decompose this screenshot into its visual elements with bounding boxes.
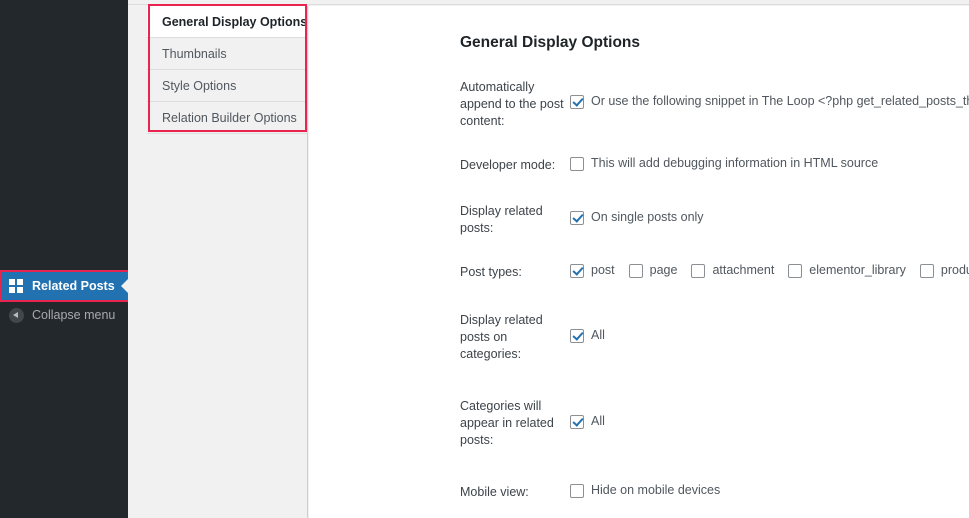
checkbox-label: post (591, 263, 615, 277)
field-label: Categories will appear in related posts: (460, 399, 554, 447)
field-label: Display related posts on categories: (460, 313, 543, 361)
checkbox-group-product[interactable]: product (919, 263, 969, 278)
field-append-to-post-content: Automatically append to the post content… (460, 78, 969, 130)
field-label: Post types: (460, 265, 522, 279)
field-label: Developer mode: (460, 158, 556, 172)
post-type-attachment-checkbox[interactable] (691, 263, 706, 278)
collapse-menu-label: Collapse menu (32, 308, 116, 322)
tab-label: General Display Options (162, 14, 308, 29)
checkbox-group-attachment[interactable]: attachment (691, 263, 774, 278)
checkbox-group-post[interactable]: post (570, 263, 615, 278)
tab-relation-builder-options[interactable]: Relation Builder Options (147, 102, 307, 134)
tab-label: Style Options (162, 78, 237, 93)
checkbox-group[interactable]: This will add debugging information in H… (570, 156, 878, 171)
field-label: Display related posts: (460, 204, 543, 235)
tab-label: Relation Builder Options (162, 110, 297, 125)
checkbox-group[interactable]: Hide on mobile devices (570, 483, 720, 498)
sidebar-item-related-posts[interactable]: Related Posts (0, 270, 129, 302)
post-type-product-checkbox[interactable] (919, 263, 934, 278)
field-post-types: Post types: post page attachment element… (460, 263, 969, 281)
wp-admin-sidebar: Related Posts Collapse menu (0, 0, 129, 518)
top-bar (128, 0, 969, 5)
display-on-categories-all-checkbox[interactable] (570, 328, 584, 343)
sidebar-item-label: Related Posts (32, 279, 115, 293)
checkbox-group[interactable]: All (570, 328, 605, 343)
collapse-arrow-icon (9, 307, 24, 323)
on-single-posts-only-checkbox[interactable] (570, 210, 584, 225)
post-type-elementor-library-checkbox[interactable] (788, 263, 803, 278)
field-mobile-view: Mobile view: Hide on mobile devices (460, 483, 969, 501)
append-to-post-content-checkbox[interactable] (570, 94, 584, 109)
checkbox-label: attachment (712, 263, 775, 277)
tab-style-options[interactable]: Style Options (147, 70, 307, 102)
field-control: Hide on mobile devices (570, 483, 969, 501)
field-developer-mode: Developer mode: This will add debugging … (460, 156, 969, 174)
checkbox-label: page (649, 263, 678, 277)
tab-thumbnails[interactable]: Thumbnails (147, 38, 307, 70)
hide-on-mobile-devices-checkbox[interactable] (570, 483, 584, 498)
field-control: This will add debugging information in H… (570, 156, 969, 174)
field-control: All (570, 311, 969, 363)
checkbox-label: elementor_library (809, 263, 906, 277)
field-label: Automatically append to the post content… (460, 80, 564, 128)
checkbox-group[interactable]: On single posts only (570, 210, 704, 225)
post-type-post-checkbox[interactable] (570, 263, 584, 278)
checkbox-group-elementor-library[interactable]: elementor_library (788, 263, 906, 278)
collapse-menu-button[interactable]: Collapse menu (0, 302, 128, 328)
field-control: All (570, 397, 969, 449)
categories-appear-all-checkbox[interactable] (570, 414, 584, 429)
checkbox-label: Hide on mobile devices (591, 483, 721, 497)
checkbox-label: All (591, 414, 605, 428)
checkbox-group[interactable]: Or use the following snippet in The Loop… (570, 94, 969, 109)
field-display-on-categories: Display related posts on categories: All (460, 311, 969, 363)
field-categories-appear: Categories will appear in related posts:… (460, 397, 969, 449)
tab-general-display-options[interactable]: General Display Options (147, 6, 307, 38)
checkbox-group-page[interactable]: page (628, 263, 678, 278)
developer-mode-checkbox[interactable] (570, 156, 584, 171)
content-area: General Display Options Thumbnails Style… (128, 0, 969, 518)
checkbox-group[interactable]: All (570, 414, 605, 429)
field-control: On single posts only (570, 202, 969, 237)
checkbox-label: Or use the following snippet in The Loop… (591, 94, 969, 108)
menu-arrow-icon (121, 279, 128, 293)
page-title: General Display Options (460, 34, 641, 51)
post-type-page-checkbox[interactable] (628, 263, 643, 278)
checkbox-label: All (591, 328, 605, 342)
grid-icon (9, 279, 23, 293)
settings-panel: General Display Options Automatically ap… (309, 6, 969, 518)
checkbox-label: On single posts only (591, 210, 704, 224)
field-label: Mobile view: (460, 485, 529, 499)
checkbox-label: product (940, 263, 969, 277)
checkbox-label: This will add debugging information in H… (591, 156, 879, 170)
settings-tab-list: General Display Options Thumbnails Style… (147, 6, 308, 518)
field-control: post page attachment elementor_library p… (570, 263, 969, 281)
field-display-related-posts: Display related posts: On single posts o… (460, 202, 969, 237)
field-control: Or use the following snippet in The Loop… (570, 78, 969, 130)
admin-screen: Related Posts Collapse menu General Disp… (0, 0, 969, 518)
tab-label: Thumbnails (162, 46, 227, 61)
